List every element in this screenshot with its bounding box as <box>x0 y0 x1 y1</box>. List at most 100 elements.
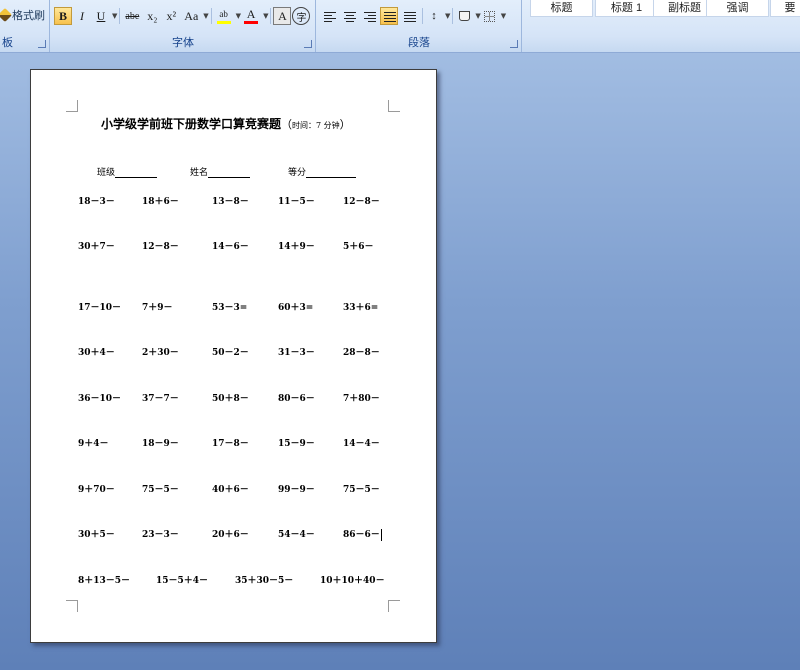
margin-corner-mark <box>66 100 78 112</box>
borders-button[interactable] <box>481 7 499 25</box>
superscript-button[interactable]: x² <box>162 7 180 25</box>
bold-button[interactable]: B <box>54 7 72 25</box>
score-blank <box>306 168 357 178</box>
score-label: 等分 <box>288 168 307 178</box>
clipboard-dialog-launcher-icon[interactable] <box>38 40 46 48</box>
math-problem: 23－3－ <box>142 530 179 540</box>
math-problem: 31－3－ <box>278 348 315 358</box>
class-blank <box>115 168 158 178</box>
separator <box>422 8 423 24</box>
math-problem: 8＋13－5－ <box>78 576 131 586</box>
character-shading-button[interactable]: A <box>273 7 292 25</box>
style-more[interactable]: 要 <box>770 0 800 17</box>
name-label: 姓名 <box>190 168 209 178</box>
border-grid-icon <box>484 10 496 22</box>
separator <box>452 8 454 24</box>
line-spacing-button[interactable]: ↕ <box>425 7 443 25</box>
change-case-dropdown-icon[interactable]: ▼ <box>203 12 208 20</box>
math-problem: 30＋4－ <box>78 348 115 358</box>
underline-button[interactable]: U <box>92 7 110 25</box>
font-dialog-launcher-icon[interactable] <box>304 40 312 48</box>
math-problem: 80－6－ <box>278 394 315 404</box>
highlight-button[interactable]: ab <box>214 7 234 25</box>
math-problem: 14－6－ <box>212 242 249 252</box>
justify-button[interactable] <box>380 7 398 25</box>
align-right-button[interactable] <box>360 7 378 25</box>
highlight-color-bar <box>216 20 231 24</box>
shading-button[interactable] <box>455 7 473 25</box>
paint-bucket-icon <box>458 11 470 21</box>
strikethrough-button[interactable]: abe <box>122 7 142 25</box>
paragraph-group: ↕ ▼ ▼ ▼ 段落 <box>317 0 522 52</box>
math-problem: 18－3－ <box>78 197 115 207</box>
math-problem: 28－8－ <box>343 348 380 358</box>
page-title: 小学级学前班下册数学口算竞赛题（时间：7 分钟） <box>101 115 351 132</box>
ribbon: 格式刷 板 B I U ▼ abe x₂ x² Aa ▼ ab ▼ A ▼ A … <box>0 0 800 53</box>
enclose-characters-button[interactable]: 字 <box>292 7 311 25</box>
math-problem: 15－5＋4－ <box>156 576 209 586</box>
math-problem: 30＋7－ <box>78 242 115 252</box>
math-problem: 50＋8－ <box>212 394 249 404</box>
score-field: 等分 <box>288 165 357 178</box>
subscript-button[interactable]: x₂ <box>143 7 161 25</box>
font-color-dropdown-icon[interactable]: ▼ <box>263 12 268 20</box>
italic-button[interactable]: I <box>73 7 91 25</box>
math-problem: 36－10－ <box>78 394 122 404</box>
separator <box>119 8 121 24</box>
math-problem: 7＋9－ <box>142 303 173 313</box>
math-problem: 99－9－ <box>278 485 315 495</box>
math-problem: 40＋6－ <box>212 485 249 495</box>
math-problem: 37－7－ <box>142 394 179 404</box>
math-problem: 17－8－ <box>212 439 249 449</box>
math-problem: 2＋30－ <box>142 348 179 358</box>
paragraph-dialog-launcher-icon[interactable] <box>510 40 518 48</box>
font-group-label: 字体 <box>172 37 194 49</box>
math-problem: 18－9－ <box>142 439 179 449</box>
document-page[interactable]: 小学级学前班下册数学口算竞赛题（时间：7 分钟） 班级 姓名 等分 18－3－ 1… <box>30 69 437 643</box>
style-heading-1[interactable]: 标题 1 <box>595 0 658 17</box>
math-problem: 9＋70－ <box>78 485 115 495</box>
title-time-limit: 时间：7 分钟 <box>292 121 340 130</box>
margin-corner-mark <box>388 100 400 112</box>
math-problem: 10＋10＋40－ <box>320 576 385 586</box>
format-painter-label: 格式刷 <box>12 10 45 22</box>
math-problem: 9＋4－ <box>78 439 109 449</box>
class-label: 班级 <box>97 168 116 178</box>
math-problem: 86－6－ <box>343 528 382 541</box>
separator <box>210 8 212 24</box>
math-problem: 14＋9－ <box>278 242 315 252</box>
math-problem: 15－9－ <box>278 439 315 449</box>
text-cursor <box>380 528 382 541</box>
paragraph-group-label: 段落 <box>408 37 430 49</box>
margin-corner-mark <box>66 600 78 612</box>
math-problem: 30＋5－ <box>78 530 115 540</box>
math-problem: 35＋30－5－ <box>235 576 294 586</box>
font-color-button[interactable]: A <box>241 7 261 25</box>
name-blank <box>208 168 251 178</box>
math-problem: 13－8－ <box>212 197 249 207</box>
change-case-button[interactable]: Aa <box>181 7 201 25</box>
title-text: 小学级学前班下册数学口算竞赛题 <box>101 117 282 131</box>
underline-dropdown-icon[interactable]: ▼ <box>112 12 117 20</box>
style-emphasis[interactable]: 强调 <box>706 0 769 17</box>
format-painter-button[interactable]: 格式刷 <box>0 7 45 23</box>
line-spacing-dropdown-icon[interactable]: ▼ <box>445 12 450 20</box>
clipboard-group: 格式刷 板 <box>0 0 50 52</box>
class-field: 班级 <box>97 165 158 178</box>
name-field: 姓名 <box>190 165 251 178</box>
distributed-button[interactable] <box>400 7 418 25</box>
math-problem: 17－10－ <box>78 303 122 313</box>
math-problem: 18＋6－ <box>142 197 179 207</box>
highlight-icon: ab <box>219 8 228 19</box>
margin-corner-mark <box>388 600 400 612</box>
style-heading[interactable]: 标题 <box>530 0 593 17</box>
title-paren-close: ） <box>339 118 351 131</box>
math-problem: 5＋6－ <box>343 242 374 252</box>
borders-dropdown-icon[interactable]: ▼ <box>501 12 506 20</box>
align-left-button[interactable] <box>320 7 338 25</box>
math-problem: 20＋6－ <box>212 530 249 540</box>
math-problem: 33＋6= <box>343 303 379 313</box>
separator <box>270 8 272 24</box>
align-center-button[interactable] <box>340 7 358 25</box>
math-problem: 12－8－ <box>343 197 380 207</box>
